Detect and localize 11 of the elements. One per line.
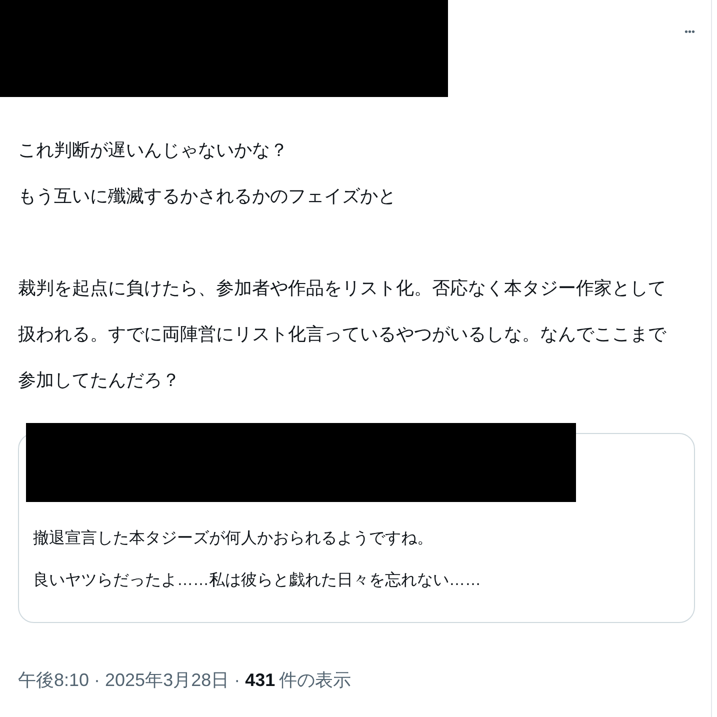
views-label: 件の表示 (279, 669, 352, 692)
more-button[interactable]: ••• (684, 28, 695, 38)
post-text-line: 扱われる。すでに両陣営にリスト化言っているやつがいるしな。なんでここまで (18, 323, 666, 346)
post-timestamp[interactable]: 午後8:10 · 2025年3月28日 · (18, 667, 246, 694)
post-text-line: 参加してたんだろ？ (18, 369, 180, 392)
quoted-post-text-line: 良いヤツらだったよ……私は彼らと戯れた日々を忘れない…… (33, 570, 481, 591)
post-text-line: 裁判を起点に負けたら、参加者や作品をリスト化。否応なく本タジー作家として (18, 277, 666, 300)
post-text-line: これ判断が遅いんじゃないかな？ (18, 139, 288, 162)
post-text-line: もう互いに殲滅するかされるかのフェイズかと (18, 185, 396, 208)
view-count: 431 (245, 669, 276, 692)
quoted-post-text-line: 撤退宣言した本タジーズが何人かおられるようですね。 (33, 528, 433, 549)
